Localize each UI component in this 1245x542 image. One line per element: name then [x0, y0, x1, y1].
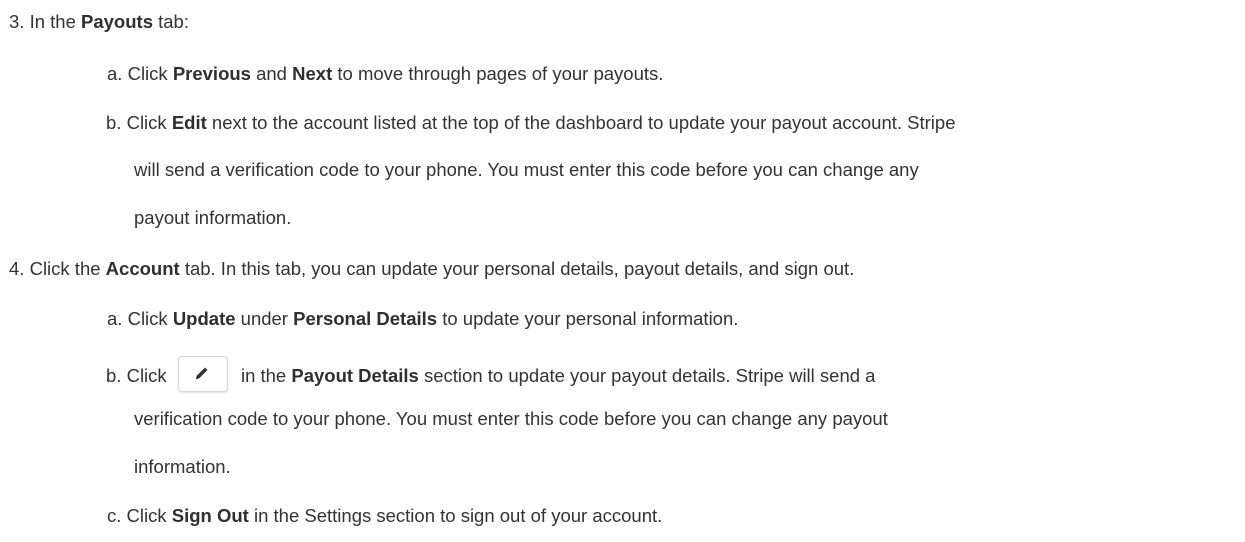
- edit-pencil-button-image: [177, 356, 228, 392]
- step-bold-term: Account: [105, 258, 180, 279]
- substep-text: next to the account listed at the top of…: [211, 112, 956, 133]
- step-text: In the: [29, 11, 76, 32]
- substep-bold-term: Sign Out: [171, 505, 249, 526]
- substep-text: under: [240, 308, 288, 329]
- step-text: tab:: [158, 11, 189, 32]
- substep-text: Click: [127, 308, 168, 329]
- substep-text: Click: [127, 63, 168, 84]
- substep-bold-term: Update: [172, 308, 236, 329]
- step-3b-line-3: payout information.: [134, 207, 292, 228]
- substep-bold-term: Edit: [171, 112, 207, 133]
- substep-text: Click: [126, 505, 167, 526]
- substep-letter: a.: [107, 63, 123, 84]
- substep-text: in the Settings section to sign out of y…: [253, 505, 663, 526]
- substep-text: to update your personal information.: [442, 308, 739, 329]
- step-text: tab. In this tab, you can update your pe…: [184, 258, 855, 279]
- step-bold-term: Payouts: [81, 11, 153, 32]
- substep-letter: b.: [106, 364, 122, 386]
- step-3a: a. Click Previous and Next to move throu…: [107, 62, 663, 86]
- step-4: 4. Click the Account tab. In this tab, y…: [9, 257, 854, 281]
- substep-text: Click: [126, 364, 167, 386]
- substep-letter: b.: [106, 112, 122, 133]
- substep-text: Click: [126, 112, 167, 133]
- step-number: 3.: [9, 11, 25, 32]
- substep-bold-term: Previous: [172, 63, 251, 84]
- step-text: Click the: [29, 258, 101, 279]
- step-4c: c. Click Sign Out in the Settings sectio…: [107, 504, 662, 528]
- substep-letter: c.: [107, 505, 122, 526]
- step-number: 4.: [9, 258, 25, 279]
- substep-text: to move through pages of your payouts.: [337, 63, 664, 84]
- substep-text: in the: [240, 364, 287, 386]
- substep-text: and: [256, 63, 287, 84]
- step-4a: a. Click Update under Personal Details t…: [107, 307, 738, 331]
- step-3b-line-1: b. Click Edit next to the account listed…: [106, 111, 956, 135]
- substep-bold-term: Payout Details: [291, 364, 419, 386]
- step-4b-line-2: verification code to your phone. You mus…: [134, 408, 888, 429]
- substep-bold-term: Next: [292, 63, 333, 84]
- substep-text: section to update your payout details. S…: [424, 364, 876, 386]
- substep-letter: a.: [107, 308, 123, 329]
- pencil-icon: [195, 367, 208, 379]
- substep-bold-term: Personal Details: [293, 308, 438, 329]
- step-4b-line-3: information.: [134, 456, 231, 477]
- step-4b-line-1: b. Click in the Payout Details section t…: [106, 356, 876, 395]
- step-3b-line-2: will send a verification code to your ph…: [134, 159, 919, 180]
- step-3: 3. In the Payouts tab:: [9, 10, 189, 34]
